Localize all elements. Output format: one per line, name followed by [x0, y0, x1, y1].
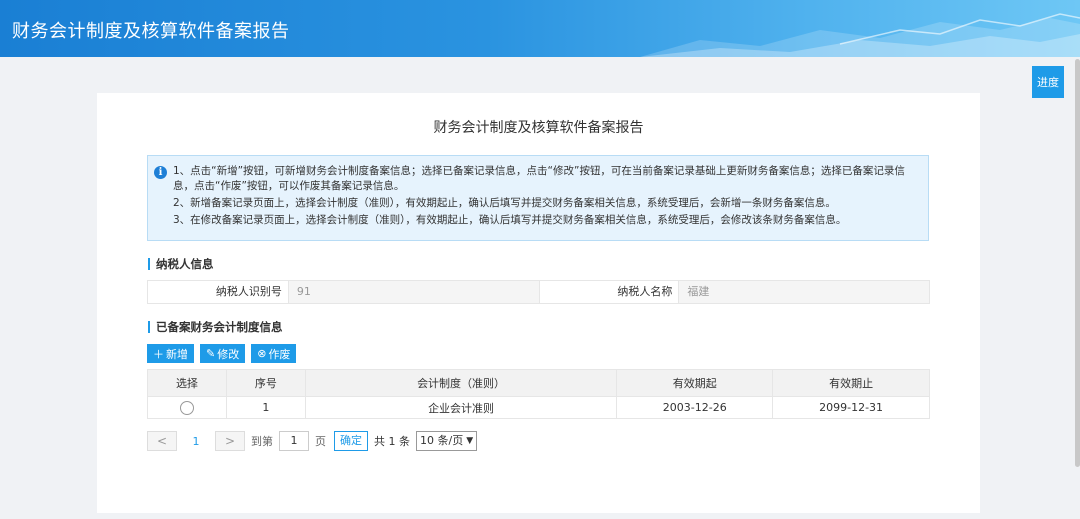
plus-icon: ＋ [153, 348, 164, 361]
column-header-select: 选择 [147, 369, 227, 397]
row-standard: 企业会计准则 [304, 396, 618, 419]
record-toolbar: ＋ 新增 ✎ 修改 ⊗ 作废 [147, 344, 297, 363]
notice-line-3: 3、在修改备案记录页面上，选择会计制度（准则），有效期起止，确认后填写并提交财务… [173, 214, 847, 226]
chevron-down-icon: ▼ [466, 436, 474, 446]
notice-box: i 1、点击“新增”按钮，可新增财务会计制度备案信息；选择已备案记录信息，点击“… [147, 155, 929, 241]
taxpayer-name-label: 纳税人名称 [538, 281, 679, 303]
taxpayer-id-label: 纳税人识别号 [148, 281, 288, 303]
page-size-value: 10 条/页 [420, 434, 464, 447]
column-header-end: 有效期止 [772, 369, 930, 397]
row-select-radio[interactable] [179, 400, 194, 415]
goto-page-input[interactable]: 1 [279, 431, 309, 451]
page-scrollbar[interactable] [1074, 57, 1080, 519]
records-section-title: 已备案财务会计制度信息 [148, 321, 283, 333]
taxpayer-id-value: 91 [287, 281, 539, 303]
column-header-start: 有效期起 [616, 369, 774, 397]
page-size-select[interactable]: 10 条/页 ▼ [416, 431, 478, 451]
taxpayer-info-row: 纳税人识别号 91 纳税人名称 福建 [147, 280, 930, 304]
progress-button[interactable]: 进度 [1032, 66, 1064, 98]
table-header-row: 选择 序号 会计制度（准则） 有效期起 有效期止 [147, 369, 930, 397]
row-start-date: 2003-12-26 [616, 396, 774, 419]
notice-line-1: 1、点击“新增”按钮，可新增财务会计制度备案信息；选择已备案记录信息，点击“修改… [173, 165, 905, 192]
app-header: 财务会计制度及核算软件备案报告 [0, 0, 1080, 57]
taxpayer-section-title: 纳税人信息 [148, 258, 214, 270]
edit-button[interactable]: ✎ 修改 [200, 344, 246, 363]
column-header-seq: 序号 [225, 369, 306, 397]
notice-line-2: 2、新增备案记录页面上，选择会计制度（准则），有效期起止，确认后填写并提交财务备… [173, 197, 836, 209]
app-title: 财务会计制度及核算软件备案报告 [12, 21, 290, 42]
current-page-number[interactable]: 1 [177, 435, 215, 448]
mountain-banner-image [640, 13, 1080, 57]
cancel-circle-icon: ⊗ [257, 348, 267, 360]
add-button-label: 新增 [166, 348, 188, 361]
page-unit-label: 页 [315, 435, 326, 448]
scrollbar-thumb[interactable] [1075, 59, 1080, 467]
pencil-icon: ✎ [206, 348, 216, 360]
total-count: 共 1 条 [374, 435, 410, 448]
goto-confirm-button[interactable]: 确定 [334, 431, 368, 451]
table-row[interactable]: 1 企业会计准则 2003-12-26 2099-12-31 [147, 396, 930, 419]
pagination: < 1 > 到第 1 页 确定 共 1 条 10 条/页 ▼ [147, 431, 478, 451]
taxpayer-name-value: 福建 [678, 281, 929, 303]
goto-label: 到第 [251, 435, 273, 448]
page-title: 财务会计制度及核算软件备案报告 [433, 120, 644, 136]
void-button[interactable]: ⊗ 作废 [251, 344, 297, 363]
main-panel: 财务会计制度及核算软件备案报告 i 1、点击“新增”按钮，可新增财务会计制度备案… [97, 93, 980, 513]
prev-page-button[interactable]: < [147, 431, 177, 451]
records-table: 选择 序号 会计制度（准则） 有效期起 有效期止 1 企业会计准则 2003-1… [147, 369, 930, 419]
row-select-cell [147, 396, 227, 419]
row-end-date: 2099-12-31 [772, 396, 930, 419]
next-page-button[interactable]: > [215, 431, 245, 451]
info-icon: i [154, 166, 167, 179]
edit-button-label: 修改 [217, 348, 240, 361]
row-seq: 1 [225, 396, 306, 419]
void-button-label: 作废 [268, 348, 291, 361]
column-header-standard: 会计制度（准则） [304, 369, 618, 397]
add-button[interactable]: ＋ 新增 [147, 344, 194, 363]
